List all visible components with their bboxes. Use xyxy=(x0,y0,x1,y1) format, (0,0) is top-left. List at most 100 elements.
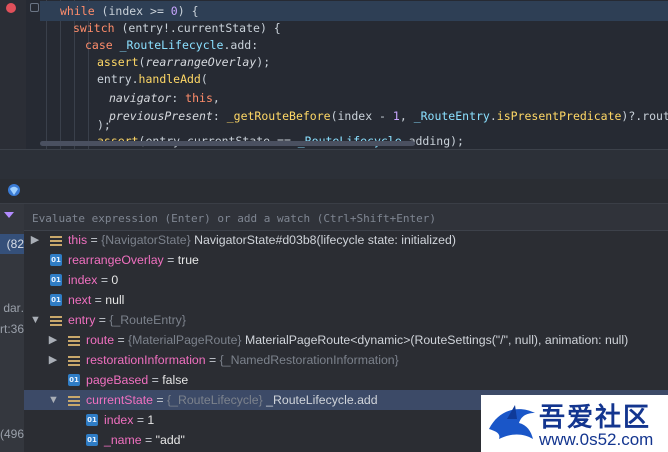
variable-text: index = 1 xyxy=(104,410,154,430)
variable-text: next = null xyxy=(68,290,124,310)
code-token: ); xyxy=(256,55,271,69)
code-token: index >= xyxy=(108,4,171,18)
code-line[interactable]: previousPresent: _getRouteBefore(index -… xyxy=(109,106,668,126)
variable-text: index = 0 xyxy=(68,270,118,290)
code-token: isPresentPredicate xyxy=(496,109,622,123)
variable-value: NavigatorState#d03b8(lifecycle state: in… xyxy=(194,233,456,247)
watermark-title: 吾爱社区 xyxy=(539,403,652,433)
equals-sign: = xyxy=(205,353,220,367)
code-token: switch xyxy=(73,21,115,35)
editor-panel-divider xyxy=(0,149,668,180)
collapse-arrow-icon[interactable]: ▼ xyxy=(48,390,59,410)
breakpoint-icon[interactable] xyxy=(6,3,16,13)
variable-name: currentState xyxy=(86,393,153,407)
variable-value: 1 xyxy=(147,413,155,427)
equals-sign: = xyxy=(114,333,129,347)
code-token: add xyxy=(230,38,252,52)
frames-strip[interactable]: 82) .dar rt:36 496) xyxy=(0,204,24,452)
variable-text: entry = {_RouteEntry} xyxy=(68,310,186,330)
variable-type: {NavigatorState} xyxy=(101,233,191,247)
variable-row[interactable]: ▶ route = {MaterialPageRoute} MaterialPag… xyxy=(24,330,668,350)
frame-item[interactable]: .dar xyxy=(0,299,24,317)
equals-sign: = xyxy=(133,413,148,427)
variable-text: currentState = {_RouteLifecycle} _RouteL… xyxy=(86,390,378,410)
code-token: , xyxy=(399,109,414,123)
variable-row[interactable]: 01 next = null xyxy=(24,290,668,310)
code-line[interactable]: entry.handleAdd( xyxy=(97,69,208,89)
variable-value: MaterialPageRoute<dynamic>(RouteSettings… xyxy=(244,333,629,347)
variable-name: index xyxy=(104,413,134,427)
code-token: this xyxy=(185,91,213,105)
indent-guide xyxy=(60,0,61,149)
equals-sign: = xyxy=(91,293,106,307)
editor-gutter[interactable] xyxy=(0,0,26,149)
code-token: 1 xyxy=(392,109,400,123)
variable-name: next xyxy=(68,293,92,307)
variable-text: pageBased = false xyxy=(86,370,188,390)
object-icon xyxy=(50,314,62,326)
variable-row[interactable]: ▶ restorationInformation = {_NamedRestora… xyxy=(24,350,668,370)
frame-item[interactable]: rt:36 xyxy=(0,320,24,338)
evaluate-expression-input[interactable] xyxy=(30,208,654,228)
variable-value: true xyxy=(177,253,199,267)
code-token: rearrangeOverlay xyxy=(145,55,257,69)
variable-value: false xyxy=(162,373,189,387)
expand-arrow-icon[interactable]: ▶ xyxy=(48,350,58,370)
code-token: navigator xyxy=(109,91,172,105)
code-line[interactable]: navigator: this, xyxy=(109,88,220,108)
field-icon: 01 xyxy=(86,414,98,426)
equals-sign: = xyxy=(148,373,163,387)
variable-value: "add" xyxy=(155,433,185,447)
code-token: . xyxy=(489,109,497,123)
variable-name: _name xyxy=(104,433,142,447)
variable-row[interactable]: 01 index = 0 xyxy=(24,270,668,290)
variable-row[interactable]: 01 pageBased = false xyxy=(24,370,668,390)
frame-item[interactable]: 496) xyxy=(0,425,24,443)
field-icon: 01 xyxy=(50,254,62,266)
indent-guide xyxy=(46,0,47,149)
code-token: _RouteLifecycle xyxy=(112,38,224,52)
collapse-arrow-icon[interactable]: ▼ xyxy=(30,310,41,330)
object-icon xyxy=(68,354,80,366)
variable-row[interactable]: 01 rearrangeOverlay = true xyxy=(24,250,668,270)
object-icon xyxy=(68,394,80,406)
expand-arrow-icon[interactable]: ▶ xyxy=(48,330,58,350)
field-icon: 01 xyxy=(50,274,62,286)
code-token: ( xyxy=(200,72,208,86)
debugger-toolbar xyxy=(0,179,668,204)
equals-sign: = xyxy=(87,233,102,247)
variable-name: index xyxy=(68,273,98,287)
variable-row[interactable]: ▼ entry = {_RouteEntry} xyxy=(24,310,668,330)
evaluate-expression-bar xyxy=(24,204,668,231)
variable-type: {MaterialPageRoute} xyxy=(128,333,242,347)
variable-name: this xyxy=(68,233,88,247)
chevron-down-icon[interactable] xyxy=(4,212,14,218)
code-token: : xyxy=(251,38,259,52)
code-token: previousPresent xyxy=(109,109,213,123)
code-token: handleAdd xyxy=(138,72,201,86)
horizontal-scrollbar[interactable] xyxy=(40,141,415,146)
frame-item[interactable]: 82) xyxy=(0,234,24,254)
equals-sign: = xyxy=(163,253,178,267)
fold-icon[interactable] xyxy=(30,3,39,12)
code-line[interactable]: assert(entry.currentState == _RouteLifec… xyxy=(97,131,464,149)
code-token: : xyxy=(212,109,227,123)
variable-type: {_NamedRestorationInformation} xyxy=(219,353,399,367)
equals-sign: = xyxy=(97,273,112,287)
code-token: 0 xyxy=(170,4,178,18)
variable-row[interactable]: ▶ this = {NavigatorState} NavigatorState#… xyxy=(24,230,668,250)
variable-value: null xyxy=(105,293,125,307)
expand-arrow-icon[interactable]: ▶ xyxy=(30,230,40,250)
variable-name: rearrangeOverlay xyxy=(68,253,164,267)
code-token: _getRouteBefore xyxy=(226,109,331,123)
variable-type: {_RouteEntry} xyxy=(109,313,186,327)
code-token: : xyxy=(171,91,186,105)
equals-sign: = xyxy=(95,313,110,327)
code-editor[interactable]: while (index >= 0) {switch (entry!.curre… xyxy=(0,0,668,149)
variable-text: this = {NavigatorState} NavigatorState#d… xyxy=(68,230,456,250)
code-token: entry. xyxy=(97,72,139,86)
variable-name: pageBased xyxy=(86,373,149,387)
variable-name: route xyxy=(86,333,115,347)
field-icon: 01 xyxy=(86,434,98,446)
debug-globe-icon[interactable] xyxy=(7,183,21,197)
